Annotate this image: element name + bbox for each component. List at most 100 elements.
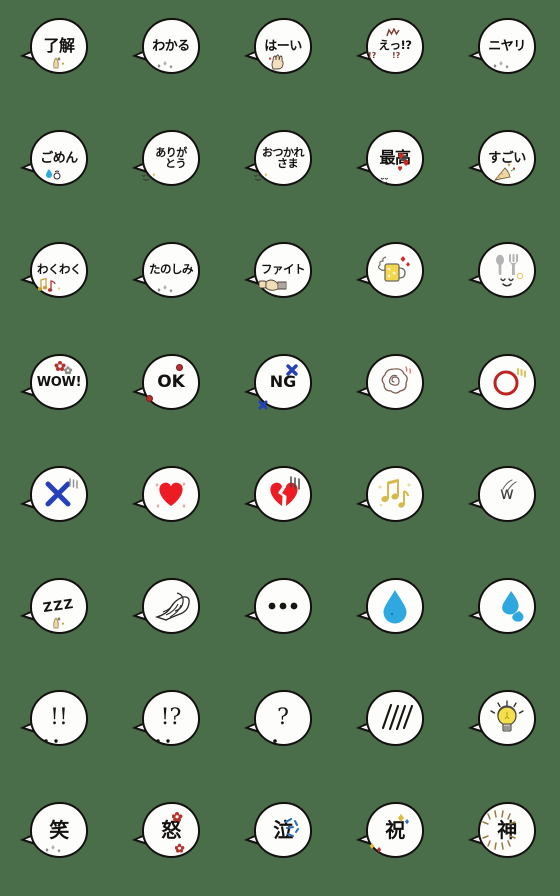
sticker-cell[interactable]: ファイト — [224, 224, 336, 336]
bubble-body — [478, 690, 536, 746]
sticker-cell[interactable] — [448, 672, 560, 784]
sticker-cell[interactable]: わかる — [112, 0, 224, 112]
speech-bubble[interactable]: NG — [243, 354, 316, 416]
speech-bubble[interactable] — [19, 466, 92, 528]
sticker-cell[interactable]: NG — [224, 336, 336, 448]
speech-bubble[interactable] — [131, 578, 204, 640]
bubble-body: 神 — [478, 802, 536, 858]
sticker-cell[interactable]: 笑 — [0, 784, 112, 896]
three-dots-icon — [256, 580, 310, 632]
bubble-body — [366, 242, 424, 298]
sticker-cell[interactable]: ? — [224, 672, 336, 784]
speech-bubble[interactable] — [467, 578, 540, 640]
speech-bubble[interactable] — [131, 466, 204, 528]
sticker-content: ZZZ — [32, 580, 86, 632]
sticker-cell[interactable]: ありが とう — [112, 112, 224, 224]
sticker-cell[interactable] — [336, 336, 448, 448]
speech-bubble[interactable]: たのしみ — [131, 242, 204, 304]
speech-bubble[interactable] — [355, 690, 428, 752]
rose-icon — [368, 356, 422, 408]
speech-bubble[interactable]: はーい — [243, 18, 316, 80]
sticker-label: たのしみ — [149, 262, 194, 277]
sticker-cell[interactable]: ごめん — [0, 112, 112, 224]
speech-bubble[interactable]: 神 — [467, 802, 540, 864]
speech-bubble[interactable]: 笑 — [19, 802, 92, 864]
sticker-cell[interactable] — [112, 448, 224, 560]
speech-bubble[interactable]: 最高 — [355, 130, 428, 192]
bubble-body: 祝 — [366, 802, 424, 858]
sticker-cell[interactable] — [336, 560, 448, 672]
sticker-cell[interactable]: 泣 — [224, 784, 336, 896]
speech-bubble[interactable] — [467, 354, 540, 416]
sticker-cell[interactable]: わくわく — [0, 224, 112, 336]
sticker-cell[interactable]: 了解 — [0, 0, 112, 112]
sticker-cell[interactable]: たのしみ — [112, 224, 224, 336]
sticker-cell[interactable] — [336, 224, 448, 336]
sticker-grid: 了解 わかる はーい えっ!?!?!? ニヤリごめん ありが とう おつかれ さま 最高 すごいわく… — [0, 0, 560, 896]
speech-bubble[interactable] — [467, 690, 540, 752]
sticker-content: えっ!? — [368, 20, 422, 72]
sticker-cell[interactable] — [448, 336, 560, 448]
speech-bubble[interactable] — [355, 466, 428, 528]
sticker-cell[interactable]: 祝 — [336, 784, 448, 896]
speech-bubble[interactable] — [467, 242, 540, 304]
blush-lines-icon — [368, 692, 422, 744]
sticker-cell[interactable]: 神 — [448, 784, 560, 896]
speech-bubble[interactable]: おつかれ さま — [243, 130, 316, 192]
sticker-cell[interactable] — [448, 560, 560, 672]
sticker-cell[interactable]: WOW! — [0, 336, 112, 448]
sticker-cell[interactable] — [224, 560, 336, 672]
sticker-cell[interactable]: おつかれ さま — [224, 112, 336, 224]
sticker-cell[interactable]: 最高 — [336, 112, 448, 224]
speech-bubble[interactable]: 祝 — [355, 802, 428, 864]
sticker-cell[interactable] — [448, 224, 560, 336]
red-heart-icon — [144, 468, 198, 520]
speech-bubble[interactable]: ごめん — [19, 130, 92, 192]
sticker-cell[interactable]: OK — [112, 336, 224, 448]
sticker-cell[interactable] — [224, 448, 336, 560]
sticker-cell[interactable]: すごい — [448, 112, 560, 224]
sticker-cell[interactable]: !! — [0, 672, 112, 784]
sticker-label: わくわく — [37, 262, 82, 277]
sticker-cell[interactable]: えっ!?!?!? — [336, 0, 448, 112]
sticker-cell[interactable]: はーい — [224, 0, 336, 112]
speech-bubble[interactable]: わくわく — [19, 242, 92, 304]
speech-bubble[interactable] — [243, 466, 316, 528]
bubble-body: ? — [254, 690, 312, 746]
sticker-cell[interactable]: ニヤリ — [448, 0, 560, 112]
speech-bubble[interactable] — [355, 578, 428, 640]
speech-bubble[interactable] — [355, 242, 428, 304]
bubble-body: ZZZ — [30, 578, 88, 634]
speech-bubble[interactable]: WOW! — [19, 354, 92, 416]
sticker-cell[interactable] — [336, 448, 448, 560]
speech-bubble[interactable]: 泣 — [243, 802, 316, 864]
sticker-cell[interactable] — [112, 560, 224, 672]
speech-bubble[interactable]: 怒 — [131, 802, 204, 864]
speech-bubble[interactable]: OK — [131, 354, 204, 416]
speech-bubble[interactable]: !? — [131, 690, 204, 752]
speech-bubble[interactable]: ZZZ — [19, 578, 92, 640]
sticker-cell[interactable] — [0, 448, 112, 560]
speech-bubble[interactable]: w — [467, 466, 540, 528]
speech-bubble[interactable]: ファイト — [243, 242, 316, 304]
bubble-body: わかる — [142, 18, 200, 74]
speech-bubble[interactable]: すごい — [467, 130, 540, 192]
speech-bubble[interactable] — [243, 578, 316, 640]
sticker-cell[interactable]: 怒 — [112, 784, 224, 896]
speech-bubble[interactable]: 了解 — [19, 18, 92, 80]
speech-bubble[interactable]: わかる — [131, 18, 204, 80]
sticker-cell[interactable] — [336, 672, 448, 784]
speech-bubble[interactable]: えっ!?!?!? — [355, 18, 428, 80]
sticker-cell[interactable]: !? — [112, 672, 224, 784]
sticker-label: w — [500, 483, 514, 504]
sticker-cell[interactable]: w — [448, 448, 560, 560]
speech-bubble[interactable]: ありが とう — [131, 130, 204, 192]
sticker-content: ごめん — [32, 132, 86, 184]
speech-bubble[interactable]: !! — [19, 690, 92, 752]
music-note-icon — [368, 468, 422, 520]
speech-bubble[interactable]: ? — [243, 690, 316, 752]
speech-bubble[interactable] — [355, 354, 428, 416]
sticker-content: ニヤリ — [480, 20, 534, 72]
sticker-cell[interactable]: ZZZ — [0, 560, 112, 672]
speech-bubble[interactable]: ニヤリ — [467, 18, 540, 80]
